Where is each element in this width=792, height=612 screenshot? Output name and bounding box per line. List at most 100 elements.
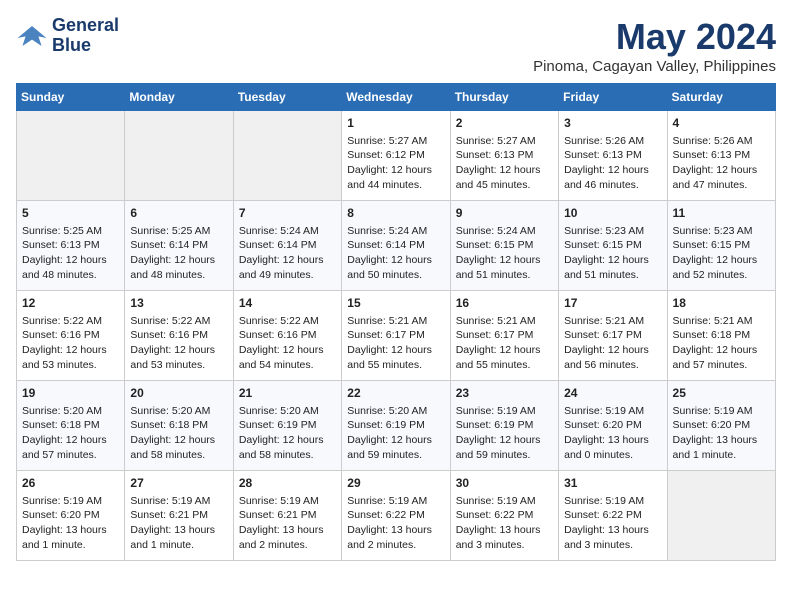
day-number: 5 [22,205,119,222]
day-info: Sunrise: 5:21 AM Sunset: 6:17 PM Dayligh… [456,314,553,373]
day-number: 17 [564,295,661,312]
calendar-week-row: 19Sunrise: 5:20 AM Sunset: 6:18 PM Dayli… [17,381,776,471]
calendar-cell: 5 Sunrise: 5:25 AM Sunset: 6:13 PM Daylig… [17,201,125,291]
day-info: Sunrise: 5:22 AM Sunset: 6:16 PM Dayligh… [22,314,119,373]
day-info: Sunrise: 5:24 AM Sunset: 6:14 PM Dayligh… [239,224,336,283]
calendar-table: SundayMondayTuesdayWednesdayThursdayFrid… [16,83,776,561]
page-header: General Blue May 2024 Pinoma, Cagayan Va… [16,16,776,75]
day-info: Sunrise: 5:25 AM Sunset: 6:14 PM Dayligh… [130,224,227,283]
day-info: Sunrise: 5:19 AM Sunset: 6:22 PM Dayligh… [347,494,444,553]
calendar-cell: 15 Sunrise: 5:21 AM Sunset: 6:17 PM Dayli… [342,291,450,381]
day-info: Sunrise: 5:19 AM Sunset: 6:20 PM Dayligh… [22,494,119,553]
day-number: 10 [564,205,661,222]
calendar-cell: 16 Sunrise: 5:21 AM Sunset: 6:17 PM Dayli… [450,291,558,381]
weekday-header: Thursday [450,84,558,111]
calendar-cell [17,111,125,201]
calendar-cell: 3 Sunrise: 5:26 AM Sunset: 6:13 PM Daylig… [559,111,667,201]
weekday-header: Monday [125,84,233,111]
weekday-header: Friday [559,84,667,111]
day-info: Sunrise: 5:23 AM Sunset: 6:15 PM Dayligh… [673,224,770,283]
day-number: 7 [239,205,336,222]
day-number: 28 [239,475,336,492]
day-info: Sunrise: 5:20 AM Sunset: 6:19 PM Dayligh… [239,404,336,463]
calendar-cell: 31 Sunrise: 5:19 AM Sunset: 6:22 PM Dayli… [559,471,667,561]
day-info: Sunrise: 5:19 AM Sunset: 6:22 PM Dayligh… [456,494,553,553]
calendar-cell: 19Sunrise: 5:20 AM Sunset: 6:18 PM Dayli… [17,381,125,471]
day-number: 19 [22,385,119,402]
calendar-cell: 17 Sunrise: 5:21 AM Sunset: 6:17 PM Dayli… [559,291,667,381]
day-info: Sunrise: 5:19 AM Sunset: 6:21 PM Dayligh… [130,494,227,553]
calendar-cell: 30Sunrise: 5:19 AM Sunset: 6:22 PM Dayli… [450,471,558,561]
day-info: Sunrise: 5:19 AM Sunset: 6:19 PM Dayligh… [456,404,553,463]
day-info: Sunrise: 5:19 AM Sunset: 6:20 PM Dayligh… [673,404,770,463]
day-number: 13 [130,295,227,312]
calendar-cell: 24Sunrise: 5:19 AM Sunset: 6:20 PM Dayli… [559,381,667,471]
day-number: 4 [673,115,770,132]
day-info: Sunrise: 5:23 AM Sunset: 6:15 PM Dayligh… [564,224,661,283]
logo-text: General Blue [52,16,119,56]
calendar-week-row: 1Sunrise: 5:27 AM Sunset: 6:12 PM Daylig… [17,111,776,201]
day-info: Sunrise: 5:20 AM Sunset: 6:19 PM Dayligh… [347,404,444,463]
day-number: 20 [130,385,227,402]
calendar-cell: 21 Sunrise: 5:20 AM Sunset: 6:19 PM Dayli… [233,381,341,471]
day-info: Sunrise: 5:21 AM Sunset: 6:17 PM Dayligh… [564,314,661,373]
day-number: 3 [564,115,661,132]
day-number: 25 [673,385,770,402]
day-number: 18 [673,295,770,312]
day-info: Sunrise: 5:22 AM Sunset: 6:16 PM Dayligh… [239,314,336,373]
day-info: Sunrise: 5:21 AM Sunset: 6:18 PM Dayligh… [673,314,770,373]
day-number: 27 [130,475,227,492]
day-number: 8 [347,205,444,222]
day-info: Sunrise: 5:25 AM Sunset: 6:13 PM Dayligh… [22,224,119,283]
calendar-cell: 22 Sunrise: 5:20 AM Sunset: 6:19 PM Dayli… [342,381,450,471]
day-number: 9 [456,205,553,222]
calendar-cell: 28Sunrise: 5:19 AM Sunset: 6:21 PM Dayli… [233,471,341,561]
calendar-cell: 11Sunrise: 5:23 AM Sunset: 6:15 PM Dayli… [667,201,775,291]
calendar-cell: 18 Sunrise: 5:21 AM Sunset: 6:18 PM Dayli… [667,291,775,381]
calendar-cell: 12 Sunrise: 5:22 AM Sunset: 6:16 PM Dayli… [17,291,125,381]
day-number: 16 [456,295,553,312]
calendar-title: May 2024 [533,16,776,58]
calendar-cell: 29 Sunrise: 5:19 AM Sunset: 6:22 PM Dayli… [342,471,450,561]
day-info: Sunrise: 5:26 AM Sunset: 6:13 PM Dayligh… [673,134,770,193]
calendar-week-row: 5 Sunrise: 5:25 AM Sunset: 6:13 PM Daylig… [17,201,776,291]
day-number: 6 [130,205,227,222]
logo: General Blue [16,16,119,56]
calendar-cell: 7 Sunrise: 5:24 AM Sunset: 6:14 PM Daylig… [233,201,341,291]
calendar-cell: 20Sunrise: 5:20 AM Sunset: 6:18 PM Dayli… [125,381,233,471]
day-info: Sunrise: 5:27 AM Sunset: 6:12 PM Dayligh… [347,134,444,193]
day-number: 12 [22,295,119,312]
calendar-cell [125,111,233,201]
weekday-header: Wednesday [342,84,450,111]
calendar-cell: 4 Sunrise: 5:26 AM Sunset: 6:13 PM Daylig… [667,111,775,201]
day-number: 22 [347,385,444,402]
day-info: Sunrise: 5:19 AM Sunset: 6:22 PM Dayligh… [564,494,661,553]
calendar-cell [233,111,341,201]
day-info: Sunrise: 5:22 AM Sunset: 6:16 PM Dayligh… [130,314,227,373]
calendar-cell: 2Sunrise: 5:27 AM Sunset: 6:13 PM Daylig… [450,111,558,201]
day-number: 21 [239,385,336,402]
calendar-subtitle: Pinoma, Cagayan Valley, Philippines [533,58,776,75]
title-area: May 2024 Pinoma, Cagayan Valley, Philipp… [533,16,776,75]
calendar-cell: 23 Sunrise: 5:19 AM Sunset: 6:19 PM Dayli… [450,381,558,471]
calendar-week-row: 12 Sunrise: 5:22 AM Sunset: 6:16 PM Dayli… [17,291,776,381]
day-number: 15 [347,295,444,312]
day-info: Sunrise: 5:26 AM Sunset: 6:13 PM Dayligh… [564,134,661,193]
calendar-cell: 6 Sunrise: 5:25 AM Sunset: 6:14 PM Daylig… [125,201,233,291]
day-number: 14 [239,295,336,312]
day-info: Sunrise: 5:27 AM Sunset: 6:13 PM Dayligh… [456,134,553,193]
day-number: 31 [564,475,661,492]
calendar-cell: 10 Sunrise: 5:23 AM Sunset: 6:15 PM Dayli… [559,201,667,291]
calendar-cell: 14 Sunrise: 5:22 AM Sunset: 6:16 PM Dayli… [233,291,341,381]
day-info: Sunrise: 5:24 AM Sunset: 6:15 PM Dayligh… [456,224,553,283]
day-number: 29 [347,475,444,492]
day-info: Sunrise: 5:21 AM Sunset: 6:17 PM Dayligh… [347,314,444,373]
day-number: 24 [564,385,661,402]
day-info: Sunrise: 5:24 AM Sunset: 6:14 PM Dayligh… [347,224,444,283]
calendar-cell: 8 Sunrise: 5:24 AM Sunset: 6:14 PM Daylig… [342,201,450,291]
day-number: 23 [456,385,553,402]
calendar-week-row: 26Sunrise: 5:19 AM Sunset: 6:20 PM Dayli… [17,471,776,561]
calendar-cell [667,471,775,561]
weekday-header: Saturday [667,84,775,111]
calendar-cell: 1Sunrise: 5:27 AM Sunset: 6:12 PM Daylig… [342,111,450,201]
